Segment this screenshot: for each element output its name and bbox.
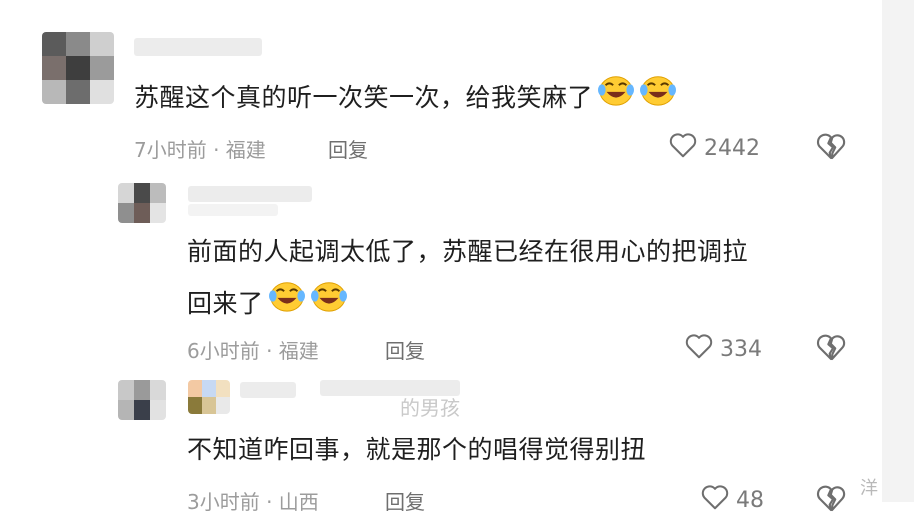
- badge-icon: [188, 380, 230, 414]
- comment-text-line: 前面的人起调太低了，苏醒已经在很用心的把调拉: [187, 237, 749, 266]
- comment-time-location: 3小时前 · 山西: [187, 490, 319, 514]
- username-blurred[interactable]: [188, 186, 312, 202]
- laughing-emoji-icon: [639, 72, 677, 126]
- comment-text: 前面的人起调太低了，苏醒已经在很用心的把调拉 回来了: [187, 226, 748, 332]
- username-blurred: [188, 204, 278, 216]
- laughing-emoji-icon: [597, 72, 635, 126]
- like-count: 2442: [704, 135, 760, 161]
- comment-text: 不知道咋回事，就是那个的唱得觉得别扭: [187, 435, 647, 464]
- like-count: 48: [736, 487, 764, 513]
- reply-button[interactable]: 回复: [385, 335, 425, 364]
- laughing-emoji-icon: [268, 278, 306, 332]
- right-edge-strip: [882, 0, 914, 502]
- broken-heart-icon: [815, 334, 847, 366]
- comment-text: 苏醒这个真的听一次笑一次，给我笑麻了: [134, 72, 677, 126]
- heart-outline-icon: [700, 483, 736, 517]
- laughing-emoji-icon: [310, 278, 348, 332]
- reply-button[interactable]: 回复: [385, 486, 425, 515]
- avatar[interactable]: [118, 380, 166, 420]
- avatar[interactable]: [42, 32, 114, 104]
- broken-heart-icon: [815, 485, 847, 517]
- like-count: 334: [720, 336, 762, 362]
- dislike-button[interactable]: [815, 483, 847, 517]
- like-button[interactable]: 334: [684, 332, 762, 366]
- comment-time-location: 7小时前 · 福建: [134, 138, 266, 162]
- like-button[interactable]: 2442: [668, 131, 760, 165]
- heart-outline-icon: [668, 131, 704, 165]
- like-button[interactable]: 48: [700, 483, 764, 517]
- dislike-button[interactable]: [815, 332, 847, 366]
- watermark: 洋: [860, 478, 878, 499]
- reply-button[interactable]: 回复: [328, 134, 368, 163]
- dislike-button[interactable]: [815, 131, 847, 165]
- username-blurred[interactable]: [240, 382, 296, 398]
- avatar[interactable]: [118, 183, 166, 223]
- broken-heart-icon: [815, 133, 847, 165]
- comment-text-line: 回来了: [187, 278, 748, 332]
- username-blurred[interactable]: [134, 38, 262, 56]
- comment-time-location: 6小时前 · 福建: [187, 339, 319, 363]
- heart-outline-icon: [684, 332, 720, 366]
- user-tag-partial: 的男孩: [400, 396, 460, 420]
